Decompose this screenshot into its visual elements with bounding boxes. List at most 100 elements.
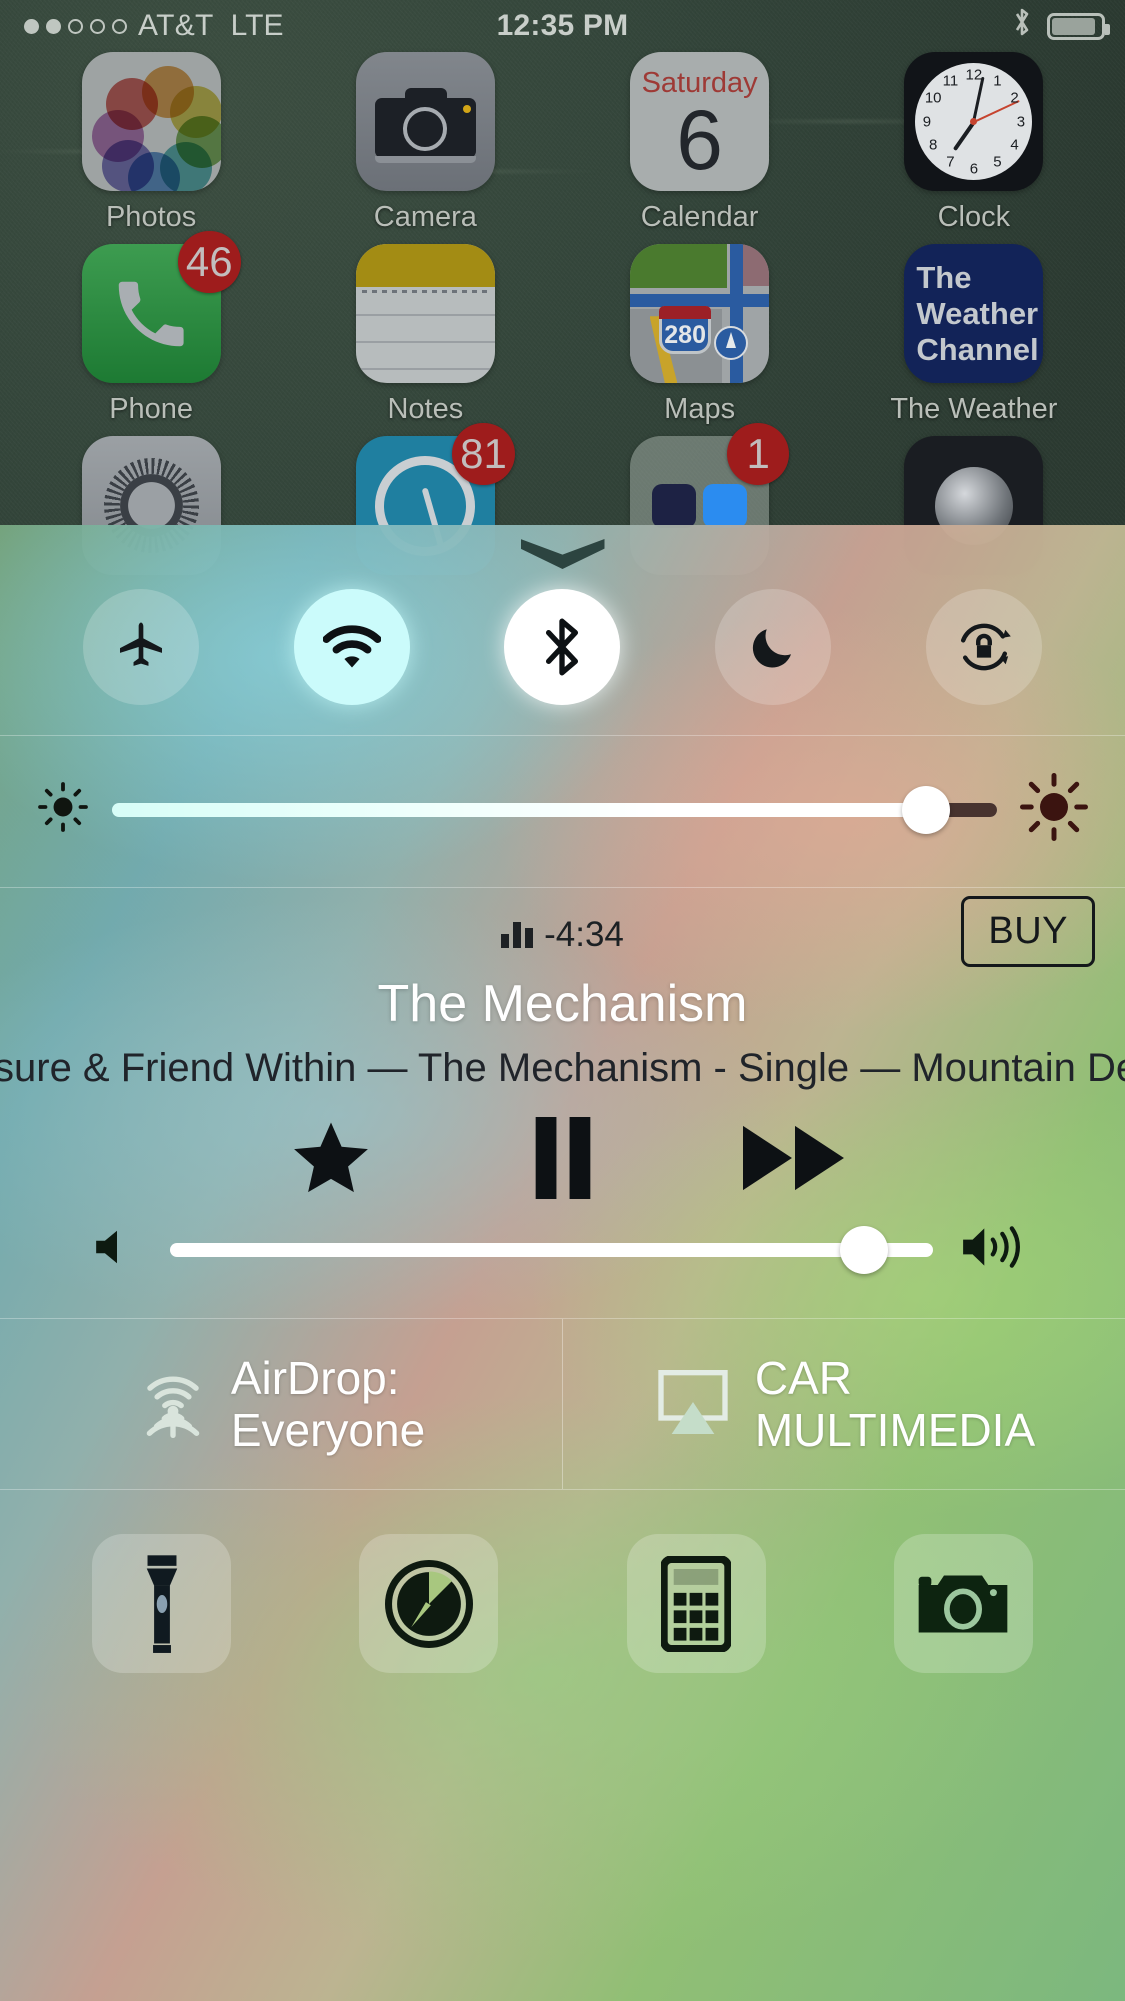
rotation-lock-icon: [960, 623, 1011, 671]
app-label: The Weather: [890, 393, 1058, 425]
brand-line-1: The: [916, 259, 972, 295]
buy-button[interactable]: BUY: [961, 896, 1095, 967]
rotation-lock-toggle[interactable]: [925, 589, 1042, 705]
flashlight-icon: [146, 1554, 177, 1653]
timer-button[interactable]: [359, 1534, 499, 1673]
app-clock[interactable]: 12 1 2 3 4 5 6 7 8 9 10 11 Clock: [866, 52, 1081, 234]
airplane-mode-toggle[interactable]: [83, 589, 200, 705]
badge-count: 81: [452, 423, 515, 485]
shortcut-row: [0, 1490, 1125, 1733]
camera-icon: [919, 1575, 1008, 1632]
badge-count: 46: [177, 231, 241, 293]
brightness-slider[interactable]: [112, 785, 997, 834]
wifi-icon: [322, 625, 381, 668]
clock-numeral: 5: [993, 153, 1002, 171]
app-label: Clock: [937, 201, 1011, 233]
app-calendar[interactable]: Saturday 6 Calendar: [592, 52, 807, 234]
play-pause-button[interactable]: [447, 1117, 679, 1199]
track-title: The Mechanism: [377, 975, 748, 1033]
control-center-grabber[interactable]: [0, 525, 1125, 583]
badge-count: 1: [727, 423, 790, 485]
clock-numeral: 12: [965, 66, 983, 83]
calculator-icon: [661, 1555, 732, 1652]
sharing-row: AirDrop: Everyone CAR MULTIMEDIA: [0, 1319, 1125, 1489]
brand-line-2: Weather: [916, 295, 1039, 331]
clock-numeral: 6: [969, 160, 979, 177]
clock-numeral: 4: [1010, 136, 1019, 154]
wifi-toggle[interactable]: [293, 589, 410, 705]
app-row: 46 Phone Notes 280 Maps The Weather Chan…: [0, 231, 1125, 426]
clock-numeral: 3: [1016, 113, 1026, 130]
airplay-label-line2: MULTIMEDIA: [754, 1404, 1036, 1456]
app-label: Camera: [373, 201, 477, 233]
calculator-button[interactable]: [626, 1534, 766, 1673]
airdrop-label-line2: Everyone: [230, 1404, 426, 1456]
favorite-button[interactable]: [215, 1117, 447, 1199]
clock-numeral: 10: [924, 89, 942, 107]
pause-icon: [535, 1117, 590, 1199]
brand-line-3: Channel: [916, 331, 1039, 367]
moon-icon: [752, 629, 792, 668]
app-label: Maps: [664, 393, 736, 425]
brightness-slider-knob[interactable]: [902, 785, 951, 834]
airdrop-label-line1: AirDrop:: [230, 1352, 400, 1404]
remaining-time-label: -4:34: [544, 915, 624, 954]
airplay-label-line1: CAR: [754, 1352, 852, 1404]
airplay-icon: [653, 1367, 733, 1442]
app-maps[interactable]: 280 Maps: [592, 244, 807, 426]
equalizer-icon: [501, 922, 534, 948]
status-bar-clock: 12:35 PM: [496, 9, 629, 42]
status-bar-right: [1011, 6, 1110, 46]
bluetooth-icon: [1011, 6, 1033, 46]
airplay-button[interactable]: CAR MULTIMEDIA: [563, 1319, 1125, 1489]
bluetooth-toggle[interactable]: [504, 589, 621, 705]
app-the-weather-channel[interactable]: The Weather Channel The Weather: [866, 244, 1081, 426]
playback-remaining: -4:34: [501, 915, 624, 955]
app-notes[interactable]: Notes: [318, 244, 533, 426]
app-phone[interactable]: 46 Phone: [44, 231, 259, 426]
app-grid: Photos Camera Saturday 6 Calendar 12 1 2…: [0, 52, 1125, 585]
grabber-handle-icon: [520, 539, 605, 569]
volume-low-icon: [92, 1225, 142, 1274]
volume-high-icon: [961, 1221, 1033, 1278]
clock-numeral: 11: [942, 72, 959, 90]
next-track-button[interactable]: [679, 1121, 911, 1195]
airdrop-button[interactable]: AirDrop: Everyone: [0, 1319, 562, 1489]
do-not-disturb-toggle[interactable]: [715, 589, 832, 705]
clock-numeral: 7: [946, 153, 955, 171]
fast-forward-icon: [742, 1125, 844, 1191]
clock-numeral: 8: [928, 136, 938, 154]
now-playing-section: -4:34 BUY The Mechanism sure & Friend Wi…: [0, 888, 1125, 1318]
clock-numeral: 1: [993, 72, 1002, 90]
volume-slider-knob[interactable]: [840, 1225, 889, 1274]
camera-icon: [355, 52, 495, 191]
timer-icon: [384, 1559, 473, 1648]
battery-icon: [1047, 12, 1110, 40]
flashlight-button[interactable]: [92, 1534, 232, 1673]
camera-button[interactable]: [893, 1534, 1033, 1673]
app-camera[interactable]: Camera: [318, 52, 533, 234]
toggle-row: [0, 583, 1125, 735]
app-label: Notes: [387, 393, 464, 425]
app-label: Phone: [109, 393, 194, 425]
volume-slider[interactable]: [170, 1225, 933, 1274]
brightness-low-icon: [36, 780, 90, 839]
clock-numeral: 9: [922, 113, 932, 130]
app-label: Photos: [105, 201, 197, 233]
app-row: Photos Camera Saturday 6 Calendar 12 1 2…: [0, 52, 1125, 234]
highway-shield: 280: [659, 306, 712, 354]
notes-icon: [355, 244, 495, 383]
calendar-date: 6: [676, 93, 723, 187]
transport-controls: [30, 1117, 1095, 1199]
clock-numeral: 2: [1010, 89, 1019, 107]
weather-channel-icon: The Weather Channel: [904, 244, 1044, 383]
control-center-panel: -4:34 BUY The Mechanism sure & Friend Wi…: [0, 525, 1125, 2001]
calendar-icon: Saturday 6: [630, 52, 770, 191]
app-photos[interactable]: Photos: [44, 52, 259, 234]
airplane-icon: [120, 622, 163, 666]
bluetooth-icon: [546, 618, 579, 676]
status-bar: AT&T LTE 12:35 PM: [0, 0, 1125, 52]
volume-slider-row: [30, 1199, 1095, 1312]
clock-icon: 12 1 2 3 4 5 6 7 8 9 10 11: [904, 52, 1044, 191]
brightness-high-icon: [1019, 772, 1089, 847]
